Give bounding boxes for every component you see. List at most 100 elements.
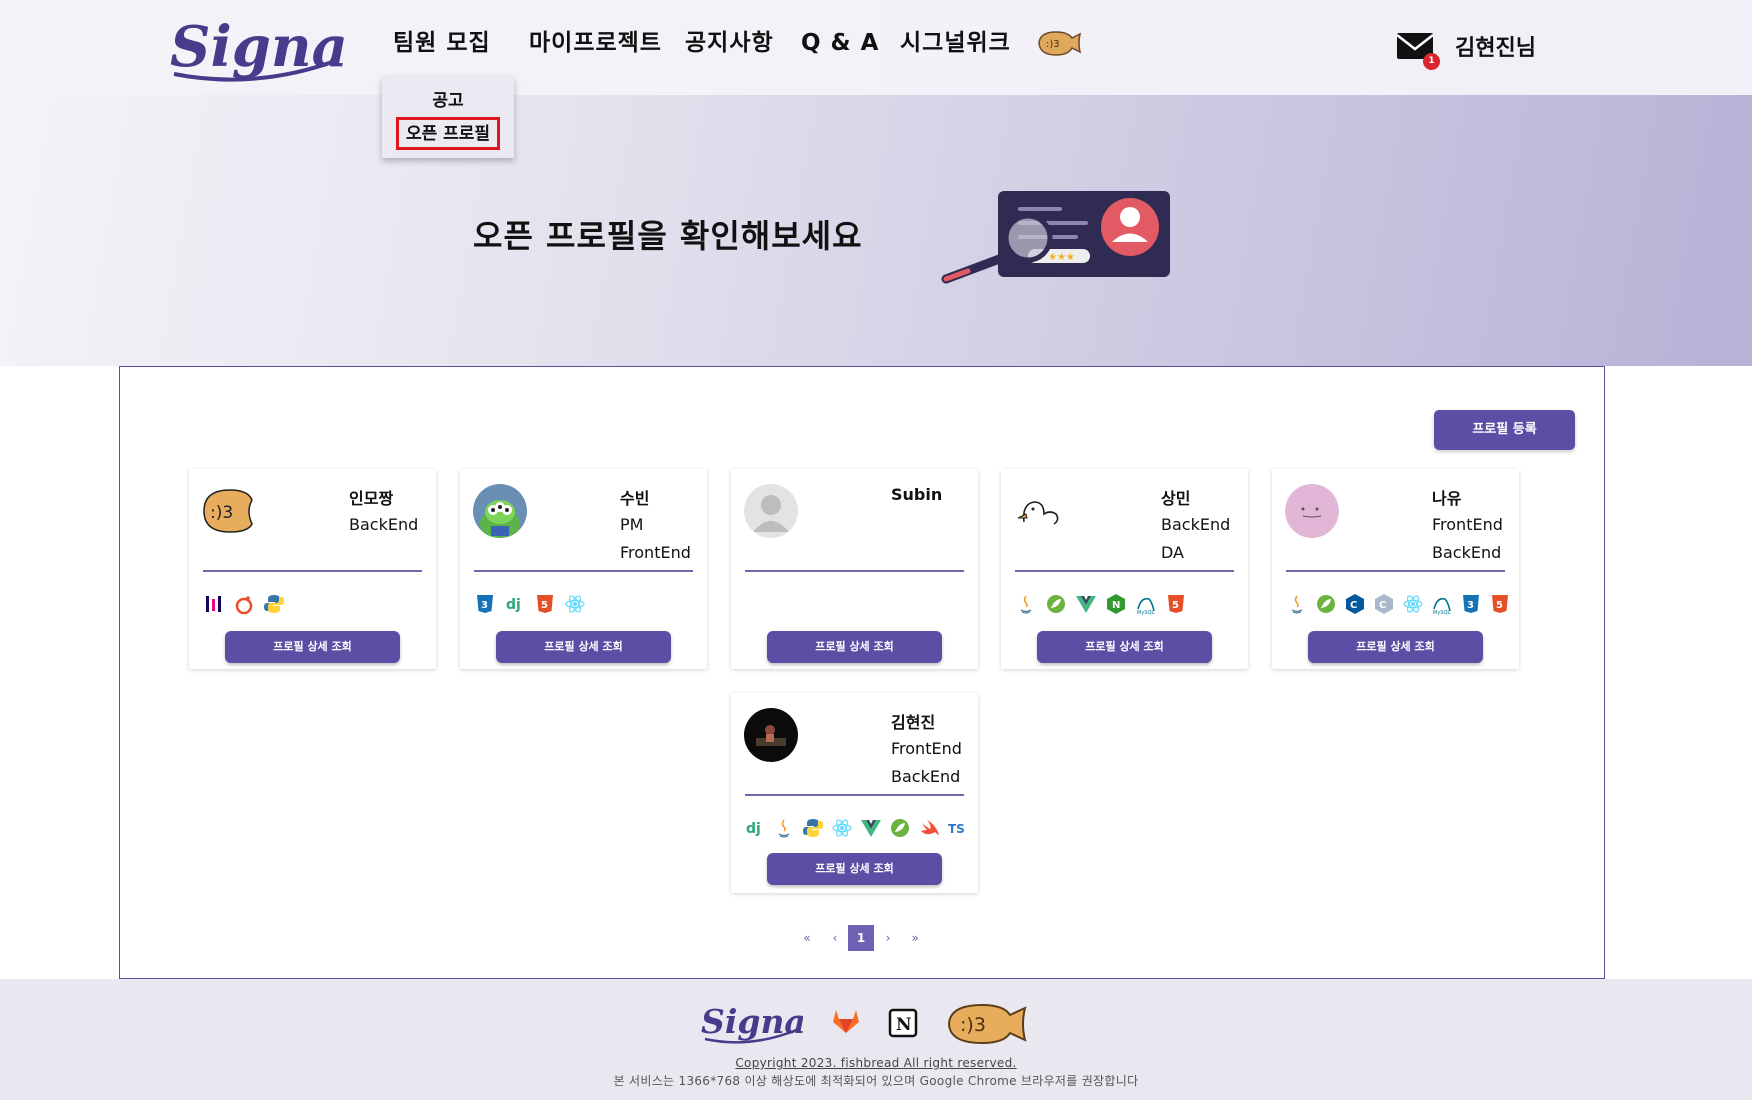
svg-text:dj: dj [746, 821, 761, 837]
pytorch-icon [235, 596, 253, 615]
card-name: 수빈 [620, 489, 650, 508]
typescript-icon: TS [948, 822, 965, 836]
card-name: 김현진 [891, 713, 936, 732]
profile-detail-button[interactable]: 프로필 상세 조회 [767, 853, 942, 885]
python-icon [264, 595, 284, 613]
react-icon [565, 595, 585, 613]
profile-card: :)3 인모짱 BackEnd 프로필 상세 조회 [189, 469, 436, 669]
signal-logo[interactable]: Signal [166, 4, 346, 90]
c-icon: C [1375, 594, 1393, 614]
mail-badge: 1 [1423, 53, 1440, 70]
nav-signal-week[interactable]: 시그널위크 [900, 26, 1011, 60]
svg-text:N: N [896, 1015, 912, 1035]
profile-detail-button[interactable]: 프로필 상세 조회 [496, 631, 671, 663]
register-profile-button[interactable]: 프로필 등록 [1434, 410, 1575, 450]
card-divider [474, 570, 693, 572]
pagination-prev[interactable]: ‹ [823, 925, 847, 951]
react-icon [832, 819, 852, 837]
card-name: 나유 [1432, 489, 1462, 508]
profile-card: Subin 프로필 상세 조회 [731, 469, 978, 669]
swift-icon [921, 820, 939, 835]
pagination-last[interactable]: » [903, 925, 927, 951]
card-divider [745, 794, 964, 796]
team-recruit-dropdown: 공고 오픈 프로필 [382, 76, 514, 158]
svg-text:TS: TS [948, 822, 965, 836]
card-name: 상민 [1161, 489, 1191, 508]
svg-text:3: 3 [1467, 600, 1474, 611]
spring-icon [891, 819, 909, 837]
java-icon [1020, 595, 1032, 614]
html5-icon: 5 [1492, 595, 1508, 613]
css3-icon: 3 [1463, 595, 1479, 613]
svg-text:C: C [1379, 600, 1386, 611]
tech-stack: 3 dj 5 [474, 592, 586, 616]
profile-search-illustration: ★★★ [941, 191, 1170, 284]
pagination-page-1[interactable]: 1 [848, 925, 874, 951]
notion-icon[interactable]: N [887, 1007, 919, 1039]
profile-detail-button[interactable]: 프로필 상세 조회 [225, 631, 400, 663]
svg-text:Signal: Signal [701, 1002, 803, 1041]
java-icon [1291, 595, 1303, 614]
svg-text:MySQL: MySQL [1137, 610, 1154, 615]
svg-text:5: 5 [541, 600, 548, 611]
svg-text::)3: :)3 [960, 1014, 986, 1036]
dark-photo-avatar [744, 708, 798, 762]
gitlab-icon[interactable] [830, 1005, 862, 1035]
profile-card: 김현진 FrontEnd BackEnd dj TS 프로필 상세 조회 [731, 693, 978, 893]
html5-icon: 5 [1168, 595, 1184, 613]
dropdown-item-open-profile[interactable]: 오픈 프로필 [396, 117, 500, 150]
pagination-next[interactable]: › [876, 925, 900, 951]
nav-team-recruit[interactable]: 팀원 모집 [393, 26, 491, 60]
nav-my-project[interactable]: 마이프로젝트 [529, 26, 662, 60]
dropdown-item-posting[interactable]: 공고 [382, 86, 514, 111]
tech-stack: C C MySQL 3 5 [1286, 592, 1511, 616]
profile-card: 나유 FrontEnd BackEnd C C MySQL 3 5 프로필 상세… [1272, 469, 1519, 669]
tech-stack: N MySQL 5 [1015, 592, 1187, 616]
svg-text:3: 3 [481, 600, 488, 611]
react-icon [1403, 595, 1423, 613]
nav-qna[interactable]: Q & A [801, 26, 879, 60]
cplusplus-icon: C [1346, 594, 1364, 614]
svg-text:MySQL: MySQL [1433, 610, 1450, 615]
card-name: 인모짱 [349, 489, 394, 508]
footer: Signal N :)3 Copyright 2023. fishbread A… [0, 979, 1752, 1100]
spring-icon [1317, 595, 1335, 613]
card-role: FrontEnd [1432, 515, 1503, 534]
tech-stack: dj TS [744, 816, 969, 840]
top-header: Signal 팀원 모집 마이프로젝트 공지사항 Q & A 시그널위크 :)3… [0, 0, 1752, 95]
card-divider [1015, 570, 1234, 572]
vue-icon [1076, 596, 1096, 613]
nav-notice[interactable]: 공지사항 [685, 26, 774, 60]
copyright-text[interactable]: Copyright 2023. fishbread All right rese… [0, 1056, 1752, 1070]
mysql-icon: MySQL [1137, 597, 1155, 615]
pagination-first[interactable]: « [795, 925, 819, 951]
django-icon: dj [746, 821, 761, 837]
svg-text:5: 5 [1172, 600, 1179, 611]
footer-signal-logo[interactable]: Signal [699, 995, 803, 1049]
footer-fishbread-icon[interactable]: :)3 [946, 1001, 1028, 1047]
svg-text::)3: :)3 [1046, 39, 1060, 50]
card-role: FrontEnd [891, 739, 962, 758]
pink-blob-avatar [1285, 484, 1339, 538]
svg-text:★★★: ★★★ [1048, 252, 1075, 263]
profile-detail-button[interactable]: 프로필 상세 조회 [767, 631, 942, 663]
css3-icon: 3 [477, 595, 493, 613]
card-divider [1286, 570, 1505, 572]
svg-text:dj: dj [506, 597, 521, 613]
card-role: DA [1161, 543, 1184, 562]
fishbread-avatar: :)3 [202, 484, 256, 538]
mysql-icon: MySQL [1433, 597, 1451, 615]
card-role: BackEnd [1161, 515, 1231, 534]
card-role: PM [620, 515, 644, 534]
card-role: BackEnd [891, 767, 961, 786]
profile-detail-button[interactable]: 프로필 상세 조회 [1308, 631, 1483, 663]
fishbread-icon[interactable]: :)3 [1036, 28, 1082, 58]
spring-icon [1047, 595, 1065, 613]
tech-stack [203, 592, 285, 616]
username[interactable]: 김현진님 [1455, 30, 1536, 62]
java-icon [778, 819, 790, 838]
vue-icon [861, 820, 881, 837]
profile-card: 수빈 PM FrontEnd 3 dj 5 프로필 상세 조회 [460, 469, 707, 669]
profile-detail-button[interactable]: 프로필 상세 조회 [1037, 631, 1212, 663]
python-icon [803, 819, 823, 837]
